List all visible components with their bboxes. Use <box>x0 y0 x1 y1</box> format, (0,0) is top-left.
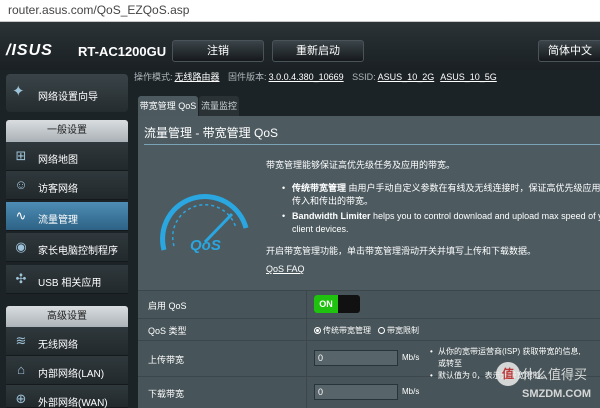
qos-gauge-icon: QoS <box>160 194 249 254</box>
bullet-text-cont: client devices. <box>292 224 349 234</box>
tab-traffic-monitor[interactable]: 流量监控 <box>199 96 239 116</box>
bullet-traditional-qos: 传统带宽管理 由用户手动自定义参数在有线及无线连接时，保证高优先级应用及程 <box>292 182 600 195</box>
ssid-2g-link[interactable]: ASUS_10_2G <box>378 72 435 82</box>
enable-qos-row: 启用 QoS <box>138 290 600 319</box>
quick-setup-label: 网络设置向导 <box>38 92 98 103</box>
smzdm-watermark: 值 什么值得买 SMZDM.COM <box>496 362 600 408</box>
tab-qos[interactable]: 带宽管理 QoS <box>138 96 198 116</box>
wireless-icon: ≋ <box>15 333 27 348</box>
bullet-icon: • <box>282 211 286 221</box>
asus-logo: /ISUS <box>6 42 53 59</box>
sidebar-item-traffic-manager[interactable]: ∿ 流量管理 <box>6 202 128 231</box>
sidebar-item-network-map[interactable]: ⊞ 网络地图 <box>6 142 128 171</box>
general-settings-header: 一般设置 <box>6 120 128 142</box>
firmware-label: 固件版本: <box>228 72 267 82</box>
sidebar-item-label: 外部网络(WAN) <box>38 398 108 408</box>
wan-icon: ⊕ <box>15 391 27 406</box>
bullet-text: helps you to control download and upload… <box>370 211 600 221</box>
sidebar-item-label: 访客网络 <box>38 184 78 195</box>
gauge-label: QoS <box>190 237 221 254</box>
firmware-link[interactable]: 3.0.0.4.380_10669 <box>269 72 344 82</box>
radio-label: 传统带宽管理 <box>323 326 371 335</box>
sidebar-item-wan[interactable]: ⊕ 外部网络(WAN) <box>6 385 128 408</box>
model-name: RT-AC1200GU <box>78 44 167 59</box>
bullet-title: 传统带宽管理 <box>292 183 347 193</box>
radio-label: 带宽限制 <box>387 326 419 335</box>
watermark-badge: 值 <box>496 362 520 386</box>
sidebar-item-usb[interactable]: ✣ USB 相关应用 <box>6 265 128 294</box>
column-divider <box>306 291 307 319</box>
radio-traditional-qos[interactable]: 传统带宽管理 <box>314 325 371 336</box>
qos-type-label: QoS 类型 <box>148 326 187 336</box>
upload-label: 上传带宽 <box>148 355 185 365</box>
radio-unselected-icon <box>378 327 385 334</box>
bullet-title: Bandwidth Limiter <box>292 211 371 221</box>
page-title: 流量管理 - 带宽管理 QoS <box>144 126 279 140</box>
watermark-line1: 什么值得买 <box>522 367 588 382</box>
column-divider <box>306 341 307 377</box>
status-bar: 操作模式: 无线路由器 固件版本: 3.0.0.4.380_10669 SSID: A… <box>134 70 600 88</box>
upload-bandwidth-input[interactable]: 0 <box>314 350 398 366</box>
sidebar-item-wireless[interactable]: ≋ 无线网络 <box>6 327 128 356</box>
magic-wand-icon: ✦ <box>12 83 25 100</box>
sidebar-item-lan[interactable]: ⌂ 内部网络(LAN) <box>6 356 128 385</box>
usb-icon: ✣ <box>15 271 27 286</box>
sidebar-item-label: 网络地图 <box>38 155 78 166</box>
bullet-icon: • <box>282 183 286 193</box>
sidebar-item-label: 无线网络 <box>38 340 78 351</box>
note-text: 从你的宽带运营商(ISP) 获取带宽的信息, <box>438 347 581 356</box>
guest-network-icon: ☺ <box>14 177 28 192</box>
sidebar-item-parental-control[interactable]: ◉ 家长电脑控制程序 <box>6 233 128 262</box>
address-bar[interactable]: router.asus.com/QoS_EZQoS.asp <box>0 0 600 22</box>
parental-control-icon: ◉ <box>15 239 27 254</box>
bullet-text-cont: 传入和传出的带宽。 <box>292 196 374 206</box>
enable-hint: 开启带宽管理功能，单击带宽管理滑动开关并填写上传和下载数据。 <box>266 246 537 256</box>
advanced-settings-header: 高级设置 <box>6 306 128 328</box>
intro-text: 带宽管理能够保证高优先级任务及应用的带宽。 <box>266 160 456 170</box>
title-divider <box>144 144 600 145</box>
network-map-icon: ⊞ <box>15 148 27 163</box>
radio-selected-icon <box>314 327 321 334</box>
bullet-bandwidth-limiter: Bandwidth Limiter helps you to control d… <box>292 210 600 223</box>
sidebar-item-label: USB 相关应用 <box>38 278 102 289</box>
ssid-label: SSID: <box>352 72 376 82</box>
download-label: 下载带宽 <box>148 389 185 399</box>
bullet-icon: • <box>430 371 433 380</box>
logout-button[interactable]: 注销 <box>172 40 264 62</box>
traffic-manager-icon: ∿ <box>15 208 27 223</box>
sidebar-item-label: 内部网络(LAN) <box>38 369 105 380</box>
mode-label: 操作模式: <box>134 72 173 82</box>
download-bandwidth-input[interactable]: 0 <box>314 384 398 400</box>
language-select[interactable]: 简体中文 <box>538 40 600 62</box>
column-divider <box>306 377 307 408</box>
sidebar-item-guest-network[interactable]: ☺ 访客网络 <box>6 171 128 200</box>
mode-link[interactable]: 无线路由器 <box>175 72 220 82</box>
bullet-icon: • <box>430 347 433 356</box>
watermark-line2: SMZDM.COM <box>522 388 592 400</box>
qos-faq-link[interactable]: QoS FAQ <box>266 264 305 274</box>
reboot-button[interactable]: 重新启动 <box>272 40 364 62</box>
enable-qos-label: 启用 QoS <box>148 301 187 311</box>
note-item: • 从你的宽带运营商(ISP) 获取带宽的信息, <box>430 346 598 358</box>
sidebar-item-label: 家长电脑控制程序 <box>38 246 118 257</box>
quick-setup-button[interactable]: ✦ 网络设置向导 <box>6 74 128 112</box>
lan-icon: ⌂ <box>17 362 25 377</box>
ssid-5g-link[interactable]: ASUS_10_5G <box>440 72 497 82</box>
bullet-text: 由用户手动自定义参数在有线及无线连接时，保证高优先级应用及程 <box>346 183 600 193</box>
toggle-on-label: ON <box>314 295 338 313</box>
sidebar-item-label: 流量管理 <box>38 215 78 226</box>
qos-toggle[interactable]: ON <box>314 295 360 313</box>
upload-unit: Mb/s <box>402 353 420 362</box>
url-text[interactable]: router.asus.com/QoS_EZQoS.asp <box>8 3 189 17</box>
radio-bandwidth-limiter[interactable]: 带宽限制 <box>378 325 419 336</box>
column-divider <box>306 319 307 341</box>
download-unit: Mb/s <box>402 387 420 396</box>
